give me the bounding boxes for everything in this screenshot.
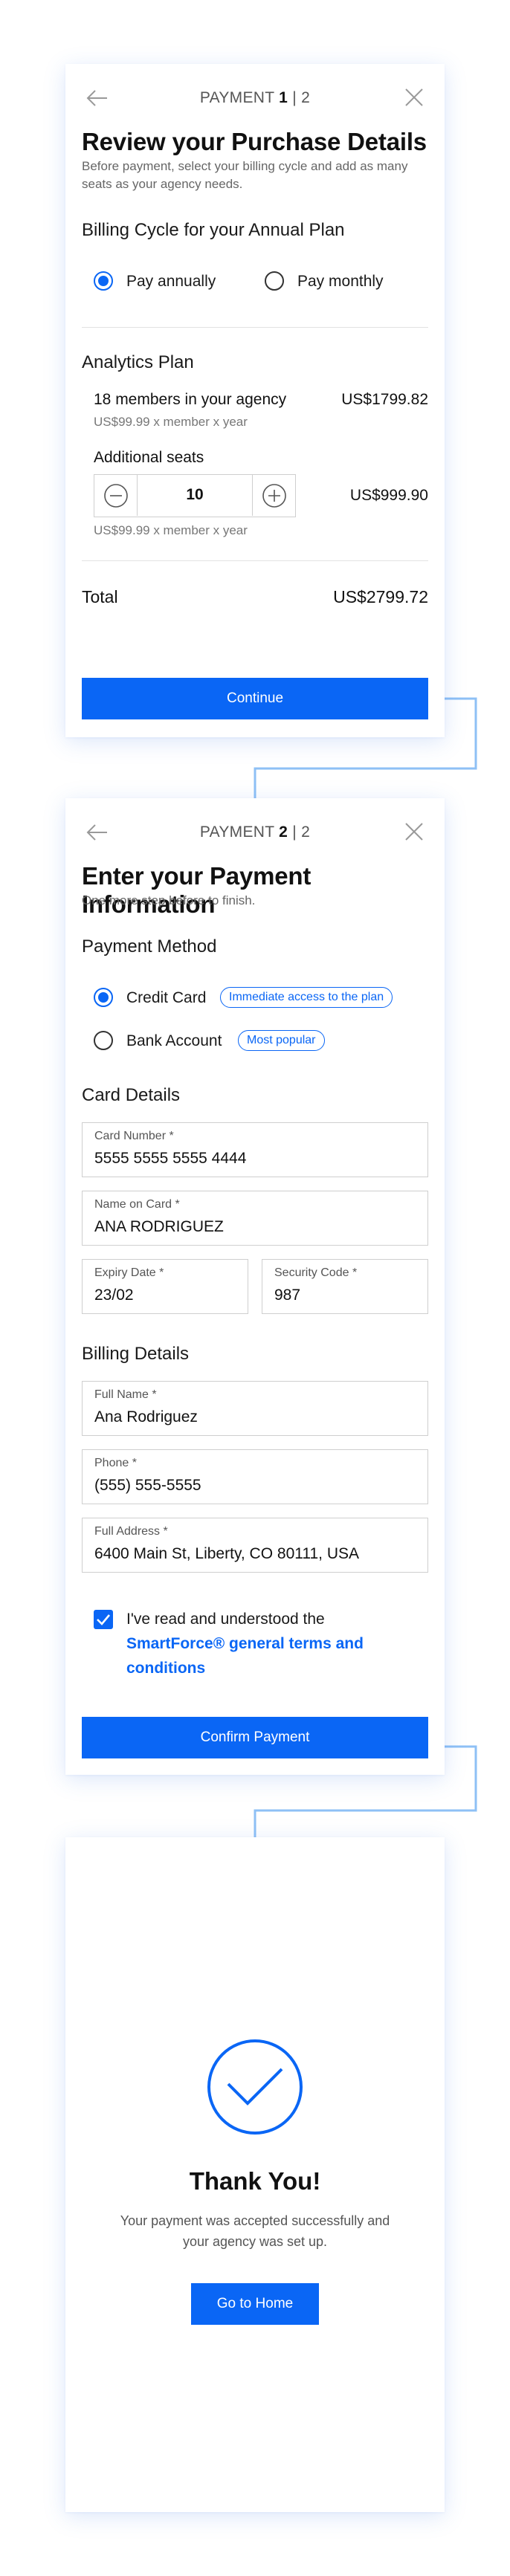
- close-icon[interactable]: [404, 822, 424, 841]
- card-number-input[interactable]: 5555 5555 5555 4444: [94, 1150, 405, 1168]
- pay-monthly-label[interactable]: Pay monthly: [297, 273, 384, 291]
- name-on-card-field[interactable]: Name on Card * ANA RODRIGUEZ: [82, 1191, 428, 1246]
- billing-cycle-heading: Billing Cycle for your Annual Plan: [82, 220, 345, 240]
- continue-button[interactable]: Continue: [82, 678, 428, 719]
- thank-you-message: Your payment was accepted successfully a…: [120, 2213, 390, 2249]
- step-current: 2: [279, 823, 288, 841]
- step-prefix: PAYMENT: [199, 823, 274, 841]
- terms-checkbox[interactable]: [94, 1610, 113, 1629]
- review-purchase-screen: PAYMENT 1 | 2 Review your Purchase Detai…: [65, 64, 445, 737]
- confirm-payment-button[interactable]: Confirm Payment: [82, 1717, 428, 1758]
- phone-field[interactable]: Phone * (555) 555-5555: [82, 1449, 428, 1504]
- card-number-field[interactable]: Card Number * 5555 5555 5555 4444: [82, 1122, 428, 1177]
- page-title: Enter your Payment Information: [82, 862, 312, 918]
- payment-information-screen: PAYMENT 2 | 2 Enter your Payment Informa…: [65, 798, 445, 1775]
- seats-price: US$999.90: [349, 487, 428, 504]
- close-icon[interactable]: [404, 88, 424, 107]
- terms-prefix: I've read and understood the: [126, 1611, 325, 1628]
- immediate-access-badge: Immediate access to the plan: [220, 987, 393, 1008]
- security-code-field[interactable]: Security Code * 987: [262, 1259, 428, 1314]
- phone-input[interactable]: (555) 555-5555: [94, 1477, 405, 1495]
- card-details-heading: Card Details: [82, 1085, 181, 1105]
- increase-seats-button[interactable]: [252, 475, 295, 516]
- name-on-card-input[interactable]: ANA RODRIGUEZ: [94, 1218, 405, 1236]
- security-code-input[interactable]: 987: [274, 1287, 423, 1304]
- checkmark-icon: [97, 1614, 110, 1625]
- plan-heading: Analytics Plan: [82, 352, 194, 372]
- step-indicator: PAYMENT 1 | 2: [65, 89, 445, 107]
- terms-text: I've read and understood the SmartForce®…: [126, 1607, 409, 1680]
- expiry-date-field[interactable]: Expiry Date * 23/02: [82, 1259, 248, 1314]
- pay-annually-radio[interactable]: [94, 271, 113, 291]
- step-prefix: PAYMENT: [199, 89, 274, 106]
- billing-details-heading: Billing Details: [82, 1344, 190, 1364]
- step-current: 1: [279, 89, 288, 106]
- divider: [82, 327, 428, 328]
- bank-account-label[interactable]: Bank Account: [126, 1032, 222, 1050]
- full-address-input[interactable]: 6400 Main St, Liberty, CO 80111, USA: [94, 1545, 405, 1563]
- members-rate: US$99.99 x member x year: [94, 415, 248, 429]
- pay-monthly-radio[interactable]: [265, 271, 284, 291]
- seats-value[interactable]: 10: [138, 486, 252, 504]
- most-popular-badge: Most popular: [238, 1030, 325, 1051]
- members-price: US$1799.82: [341, 391, 428, 408]
- screen-header: PAYMENT 2 | 2: [65, 812, 445, 853]
- screen-header: PAYMENT 1 | 2: [65, 77, 445, 119]
- pay-annually-label[interactable]: Pay annually: [126, 273, 216, 291]
- step-indicator: PAYMENT 2 | 2: [65, 823, 445, 841]
- full-address-label: Full Address *: [94, 1525, 168, 1538]
- additional-seats-label: Additional seats: [94, 449, 204, 466]
- payment-method-heading: Payment Method: [82, 936, 217, 957]
- credit-card-label[interactable]: Credit Card: [126, 989, 206, 1007]
- seats-rate: US$99.99 x member x year: [94, 523, 248, 537]
- expiry-date-input[interactable]: 23/02: [94, 1287, 243, 1304]
- decrease-seats-button[interactable]: [94, 475, 138, 516]
- full-name-field[interactable]: Full Name * Ana Rodriguez: [82, 1381, 428, 1436]
- minus-circle-icon: [104, 484, 128, 508]
- expiry-date-label: Expiry Date *: [94, 1266, 164, 1279]
- credit-card-radio[interactable]: [94, 988, 113, 1007]
- page-title: Review your Purchase Details: [82, 128, 427, 155]
- full-address-field[interactable]: Full Address * 6400 Main St, Liberty, CO…: [82, 1518, 428, 1573]
- divider: [82, 560, 428, 561]
- page-subtitle: One more step before to finish.: [82, 893, 256, 907]
- card-number-label: Card Number *: [94, 1130, 174, 1142]
- full-name-input[interactable]: Ana Rodriguez: [94, 1408, 405, 1426]
- terms-link[interactable]: SmartForce® general terms and conditions: [126, 1635, 364, 1677]
- full-name-label: Full Name *: [94, 1388, 157, 1401]
- success-check-icon: [207, 2039, 303, 2135]
- name-on-card-label: Name on Card *: [94, 1198, 180, 1211]
- go-to-home-button[interactable]: Go to Home: [191, 2283, 319, 2325]
- thank-you-title: Thank You!: [189, 2167, 321, 2195]
- total-value: US$2799.72: [333, 587, 428, 606]
- page-subtitle: Before payment, select your billing cycl…: [82, 159, 408, 191]
- bank-account-radio[interactable]: [94, 1031, 113, 1050]
- step-suffix: | 2: [292, 823, 311, 841]
- seats-stepper: 10: [94, 474, 296, 517]
- thank-you-screen: Thank You! Your payment was accepted suc…: [65, 1837, 445, 2512]
- seats-row: 10 US$999.90: [65, 474, 445, 517]
- members-label: 18 members in your agency: [94, 391, 287, 408]
- step-suffix: | 2: [292, 89, 311, 106]
- security-code-label: Security Code *: [274, 1266, 358, 1279]
- phone-label: Phone *: [94, 1457, 137, 1469]
- plus-circle-icon: [262, 484, 286, 508]
- total-label: Total: [82, 587, 118, 606]
